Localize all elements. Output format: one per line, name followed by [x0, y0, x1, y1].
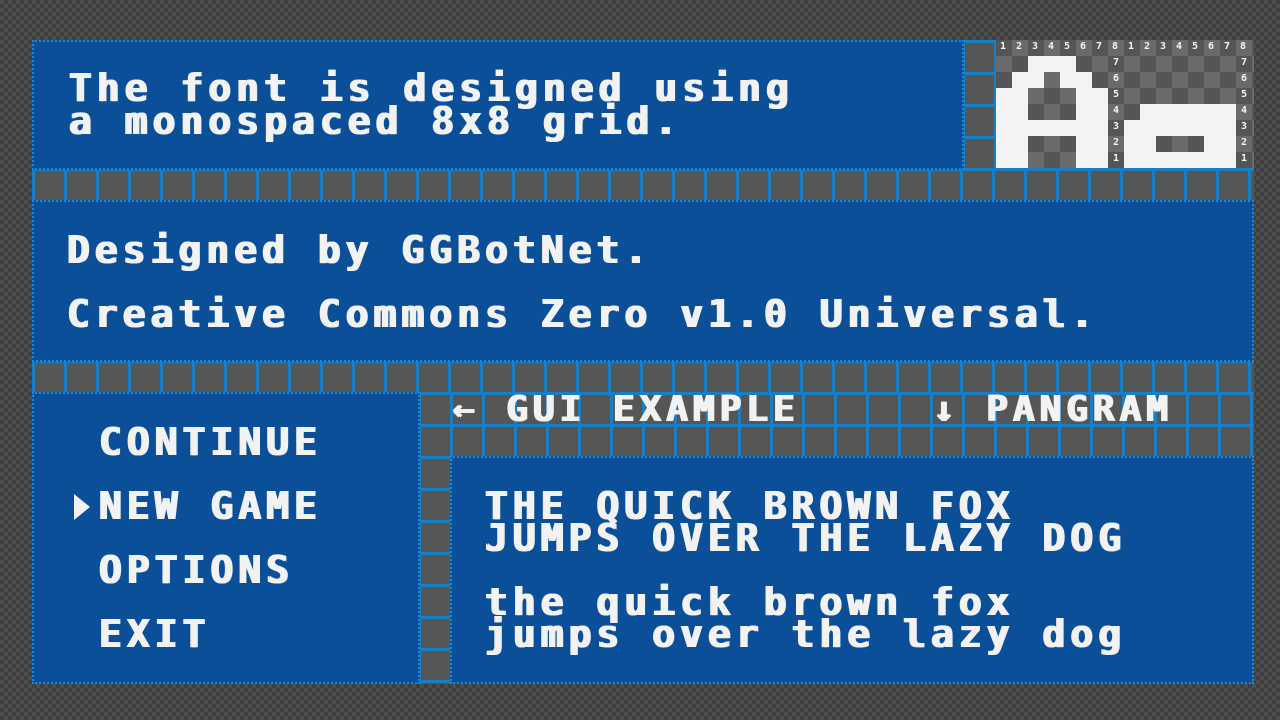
column-number: 7	[1096, 41, 1103, 52]
pangram-label: ↓ PANGRAM	[932, 389, 1173, 430]
menu-item-label: EXIT	[98, 612, 210, 656]
column-number: 5	[1064, 41, 1071, 52]
column-number: 1	[1128, 41, 1135, 52]
main-menu-panel: CONTINUE NEW GAME OPTIONS EXIT	[32, 392, 420, 684]
menu-item-exit[interactable]: EXIT	[32, 612, 412, 656]
row-number: 4	[1113, 105, 1120, 116]
column-number: 7	[1224, 41, 1231, 52]
row-number: 2	[1241, 137, 1248, 148]
menu-item-continue[interactable]: CONTINUE	[32, 420, 412, 464]
pangram-lower-line-2: jumps over the lazy dog	[484, 612, 1126, 656]
author-credit: Designed by GGBotNet.	[66, 228, 652, 272]
menu-item-label: NEW GAME	[98, 484, 322, 528]
pangram-panel: THE QUICK BROWN FOX JUMPS OVER THE LAZY …	[450, 456, 1254, 684]
column-number: 4	[1176, 41, 1183, 52]
glyph-A-pixel	[1060, 72, 1092, 88]
row-number: 5	[1113, 89, 1120, 100]
intro-panel: The font is designed using a monospaced …	[32, 40, 964, 170]
column-number: 3	[1160, 41, 1167, 52]
column-number: 3	[1032, 41, 1039, 52]
row-number: 4	[1241, 105, 1248, 116]
row-number-col-right: 7 6 5 4 3 2 1	[1241, 58, 1251, 168]
menu-item-label: CONTINUE	[98, 420, 322, 464]
row-number: 1	[1113, 153, 1120, 164]
glyph-A-pixel	[1028, 120, 1076, 136]
glyph-A-pixel	[1076, 88, 1108, 168]
row-number: 6	[1113, 73, 1120, 84]
column-number: 2	[1016, 41, 1023, 52]
menu-item-new-game[interactable]: NEW GAME	[32, 484, 412, 528]
column-number: 6	[1208, 41, 1215, 52]
glyph-A-pixel	[996, 88, 1028, 168]
column-number: 4	[1048, 41, 1055, 52]
column-number: 6	[1080, 41, 1087, 52]
row-number: 7	[1113, 57, 1120, 68]
gui-example-label: ← GUI EXAMPLE	[452, 389, 799, 430]
column-number: 2	[1144, 41, 1151, 52]
pangram-upper-line-2: JUMPS OVER THE LAZY DOG	[484, 516, 1126, 560]
row-number: 7	[1241, 57, 1248, 68]
row-number: 2	[1113, 137, 1120, 148]
row-number: 5	[1241, 89, 1248, 100]
grid-strip-right-of-intro	[962, 40, 996, 170]
glyph-A-pixel	[1012, 72, 1044, 88]
row-number: 3	[1113, 121, 1120, 132]
row-number: 6	[1241, 73, 1248, 84]
column-number-row: 1234567812345678	[996, 42, 1254, 52]
row-number: 1	[1241, 153, 1248, 164]
glyph-a-pixel	[1140, 152, 1220, 168]
menu-item-options[interactable]: OPTIONS	[32, 548, 412, 592]
column-number: 8	[1240, 41, 1247, 52]
intro-line-2: a monospaced 8x8 grid.	[68, 99, 682, 143]
column-number: 8	[1112, 41, 1119, 52]
license-text: Creative Commons Zero v1.0 Universal.	[66, 292, 1098, 336]
selection-cursor-icon	[74, 494, 90, 520]
column-number: 1	[1000, 41, 1007, 52]
row-number-col-middle: 7 6 5 4 3 2 1	[1113, 58, 1123, 168]
menu-item-label: OPTIONS	[98, 548, 294, 592]
grid-strip-top	[32, 168, 1254, 202]
grid-strip-left-of-pangram	[418, 456, 452, 684]
glyph-A-pixel	[1028, 56, 1076, 72]
column-number: 5	[1192, 41, 1199, 52]
glyph-a-pixel	[1140, 120, 1204, 136]
credits-panel: Designed by GGBotNet. Creative Commons Z…	[32, 200, 1254, 362]
row-number: 3	[1241, 121, 1248, 132]
glyph-grid-demo: 1234567812345678 7654321 7654321 Aa	[996, 40, 1254, 168]
